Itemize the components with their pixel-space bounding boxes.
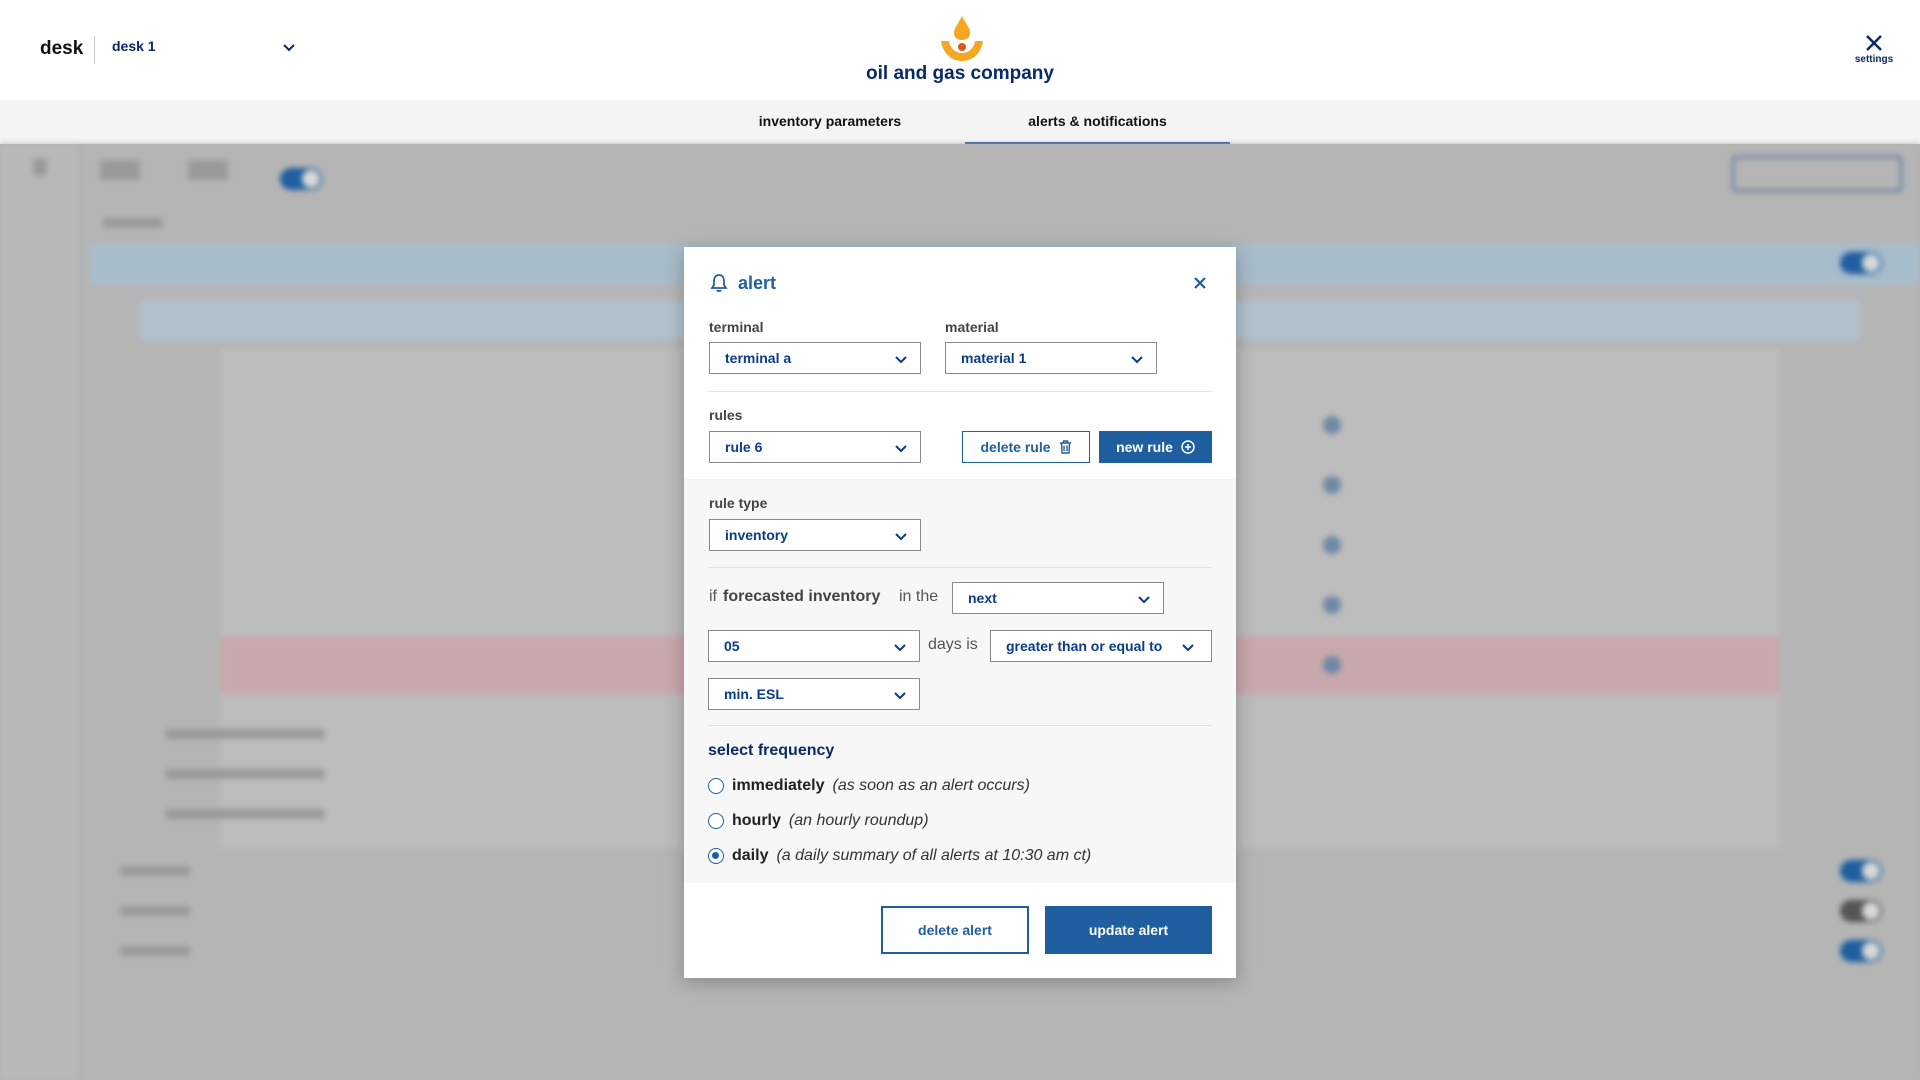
left-sidebar — [0, 144, 80, 1080]
terminal-select[interactable]: terminal a — [709, 342, 921, 374]
tab-alerts-notifications[interactable]: alerts & notifications — [965, 100, 1230, 144]
company-name: oil and gas company — [866, 63, 1054, 84]
section-divider — [708, 567, 1212, 568]
desk-label: desk — [40, 38, 84, 59]
frequency-option-immediately[interactable]: immediately (as soon as an alert occurs) — [708, 775, 1030, 797]
company-logo-icon — [941, 16, 983, 61]
radio-daily[interactable] — [708, 848, 724, 864]
new-rule-label: new rule — [1116, 439, 1173, 455]
frequency-title: select frequency — [708, 742, 835, 759]
blurred-action-icon — [1323, 476, 1341, 494]
blurred-toggle — [280, 168, 322, 190]
tab-bar: inventory parameters alerts & notificati… — [0, 100, 1920, 144]
chevron-down-icon — [894, 692, 906, 700]
radio-immediately[interactable] — [708, 778, 724, 794]
blurred-control — [188, 160, 228, 180]
frequency-name: hourly — [732, 812, 781, 829]
frequency-desc: (an hourly roundup) — [788, 812, 929, 829]
blurred-action-icon — [1323, 416, 1341, 434]
blurred-control — [100, 160, 140, 180]
blurred-toggle — [1840, 940, 1882, 962]
tab-inventory-parameters[interactable]: inventory parameters — [720, 100, 940, 144]
rules-select[interactable]: rule 6 — [709, 431, 921, 463]
close-icon — [1866, 35, 1882, 51]
delete-alert-button[interactable]: delete alert — [881, 906, 1029, 954]
comparison-select[interactable]: greater than or equal to — [990, 630, 1212, 662]
chevron-down-icon — [1182, 644, 1194, 652]
trash-icon — [1059, 440, 1071, 454]
delete-rule-button[interactable]: delete rule — [962, 431, 1090, 463]
section-divider — [708, 725, 1212, 726]
settings-button[interactable]: settings — [1846, 34, 1902, 65]
chevron-down-icon — [1131, 356, 1143, 364]
blurred-toggle — [1840, 900, 1882, 922]
chevron-down-icon — [895, 533, 907, 541]
desk-divider — [94, 36, 95, 64]
period-select-value: next — [968, 590, 997, 606]
blurred-text — [120, 906, 190, 916]
desk-select[interactable]: desk 1 — [112, 38, 297, 64]
rules-label: rules — [709, 407, 743, 423]
filter-icon — [33, 158, 47, 176]
condition-in-the: in the — [899, 588, 939, 605]
blurred-text — [165, 809, 325, 819]
material-select[interactable]: material 1 — [945, 342, 1157, 374]
days-select-value: 05 — [724, 638, 740, 654]
rules-select-value: rule 6 — [725, 439, 763, 455]
chevron-down-icon — [283, 44, 295, 52]
alert-modal: alert terminal terminal a material mater… — [684, 247, 1236, 978]
condition-subject: forecasted inventory — [723, 588, 881, 605]
threshold-select-value: min. ESL — [724, 686, 784, 702]
condition-prefix: if — [709, 588, 717, 605]
blurred-action-icon — [1323, 656, 1341, 674]
material-select-value: material 1 — [961, 350, 1027, 366]
section-divider — [708, 391, 1212, 392]
app-header: desk desk 1 oil and gas company settings — [0, 0, 1920, 100]
blurred-text — [120, 866, 190, 876]
plus-circle-icon — [1181, 440, 1195, 454]
blurred-toggle — [1840, 252, 1882, 274]
bell-icon — [710, 274, 728, 293]
days-select[interactable]: 05 — [708, 630, 920, 662]
chevron-down-icon — [894, 644, 906, 652]
condition-days-is: days is — [928, 636, 978, 653]
material-label: material — [945, 319, 999, 335]
blurred-text — [103, 218, 163, 228]
blurred-create-button — [1732, 156, 1902, 192]
blurred-text — [165, 729, 325, 739]
settings-label: settings — [1854, 54, 1894, 65]
blurred-action-icon — [1323, 596, 1341, 614]
blurred-action-icon — [1323, 536, 1341, 554]
frequency-desc: (as soon as an alert occurs) — [832, 777, 1030, 794]
new-rule-button[interactable]: new rule — [1099, 431, 1212, 463]
chevron-down-icon — [895, 356, 907, 364]
update-alert-button[interactable]: update alert — [1045, 906, 1212, 954]
chevron-down-icon — [1138, 596, 1150, 604]
rule-type-label: rule type — [709, 495, 768, 511]
threshold-select[interactable]: min. ESL — [708, 678, 920, 710]
rule-type-select-value: inventory — [725, 527, 789, 543]
modal-title: alert — [710, 271, 776, 295]
blurred-text — [120, 946, 190, 956]
terminal-select-value: terminal a — [725, 350, 792, 366]
blurred-text — [165, 769, 325, 779]
blurred-toggle — [1840, 860, 1882, 882]
frequency-name: daily — [732, 847, 769, 864]
period-select[interactable]: next — [952, 582, 1164, 614]
frequency-name: immediately — [732, 777, 825, 794]
comparison-select-value: greater than or equal to — [1006, 638, 1163, 654]
chevron-down-icon — [895, 445, 907, 453]
frequency-option-daily[interactable]: daily (a daily summary of all alerts at … — [708, 845, 1091, 867]
modal-title-text: alert — [738, 272, 777, 293]
frequency-desc: (a daily summary of all alerts at 10:30 … — [776, 847, 1092, 864]
desk-select-value: desk 1 — [112, 38, 156, 54]
delete-rule-label: delete rule — [980, 439, 1051, 455]
rule-type-select[interactable]: inventory — [709, 519, 921, 551]
terminal-label: terminal — [709, 319, 764, 335]
radio-hourly[interactable] — [708, 813, 724, 829]
frequency-option-hourly[interactable]: hourly (an hourly roundup) — [708, 810, 929, 832]
modal-close-icon[interactable] — [1190, 273, 1210, 293]
